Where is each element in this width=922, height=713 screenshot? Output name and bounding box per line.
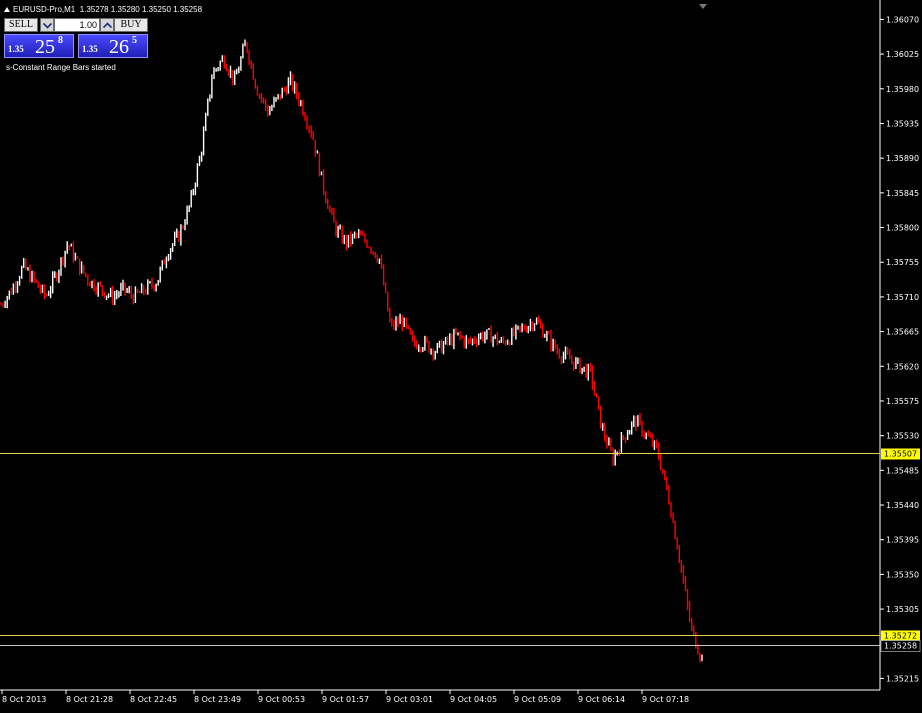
x-tick-label: 9 Oct 03:01 [386, 695, 433, 704]
y-tick-label: 1.35980 [886, 85, 919, 94]
y-tick-label: 1.35530 [886, 432, 919, 441]
y-tick-label: 1.36070 [886, 15, 919, 24]
chart-canvas[interactable]: 1.360701.360251.359801.359351.358901.358… [0, 0, 922, 709]
triangle-down-icon[interactable] [699, 4, 707, 9]
y-tick-label: 1.35395 [886, 536, 919, 545]
lot-decrease-button[interactable] [40, 18, 54, 32]
y-tick-label: 1.35710 [886, 293, 919, 302]
y-tick-label: 1.35575 [886, 397, 919, 406]
symbol-timeframe: EURUSD-Pro,M1 [13, 5, 76, 14]
buy-price-box[interactable]: 1.35 26 5 [78, 34, 148, 58]
bid-price-label: 1.35258 [884, 642, 917, 651]
alert-price-label: 1.35272 [884, 632, 917, 641]
y-tick-label: 1.35755 [886, 258, 919, 267]
price-chart[interactable]: 1.36070 1.36025 1.35980 1.35935 1.35890 1.358… [0, 0, 922, 709]
y-tick-label: 1.35620 [886, 362, 919, 371]
x-tick-label: 9 Oct 00:53 [258, 695, 305, 704]
buy-button[interactable]: BUY [114, 18, 148, 32]
y-tick-label: 1.35890 [886, 154, 919, 163]
x-tick-label: 8 Oct 21:28 [66, 695, 113, 704]
x-tick-label: 8 Oct 23:49 [194, 695, 241, 704]
y-tick-label: 1.35800 [886, 224, 919, 233]
chart-header: EURUSD-Pro,M1 1.35278 1.35280 1.35250 1.… [4, 5, 202, 14]
alert-price-label: 1.35507 [884, 450, 917, 459]
x-tick-label: 9 Oct 01:57 [322, 695, 369, 704]
horizontal-lines[interactable] [0, 453, 880, 646]
buy-price-fraction: 5 [132, 35, 137, 46]
y-tick-label: 1.35350 [886, 570, 919, 579]
expert-status-text: s-Constant Range Bars started [6, 63, 116, 72]
x-tick-label: 9 Oct 07:18 [642, 695, 689, 704]
buy-price-pips: 26 [109, 36, 129, 58]
y-tick-label: 1.35935 [886, 119, 919, 128]
y-tick-label: 1.35305 [886, 605, 919, 614]
y-tick-label: 1.35215 [886, 674, 919, 683]
triangle-up-icon [4, 7, 10, 12]
x-tick-label: 9 Oct 06:14 [578, 695, 625, 704]
chevron-down-icon [43, 22, 52, 29]
x-tick-label: 8 Oct 2013 [2, 695, 46, 704]
sell-price-big: 1.35 [8, 44, 24, 54]
lot-size-input[interactable] [54, 18, 100, 32]
x-tick-label: 9 Oct 05:09 [514, 695, 561, 704]
y-tick-label: 1.35440 [886, 501, 919, 510]
y-tick-label: 1.35665 [886, 328, 919, 337]
price-markers: 1.35507 1.352721.35258 [880, 448, 921, 652]
sell-price-pips: 25 [35, 36, 55, 58]
x-tick-label: 9 Oct 04:05 [450, 695, 497, 704]
y-tick-label: 1.35845 [886, 189, 919, 198]
axes: 1.360701.360251.359801.359351.358901.358… [0, 0, 919, 704]
one-click-trading-panel: SELL BUY 1.35 25 8 1.35 26 5 [4, 18, 148, 58]
chevron-up-icon [103, 22, 112, 29]
y-tick-label: 1.36025 [886, 50, 919, 59]
price-bars [0, 39, 703, 663]
ohlc-values: 1.35278 1.35280 1.35250 1.35258 [79, 5, 203, 14]
sell-price-fraction: 8 [58, 35, 63, 46]
buy-price-big: 1.35 [82, 44, 98, 54]
y-tick-label: 1.35485 [886, 466, 919, 475]
x-tick-label: 8 Oct 22:45 [130, 695, 177, 704]
sell-price-box[interactable]: 1.35 25 8 [4, 34, 74, 58]
lot-increase-button[interactable] [100, 18, 114, 32]
sell-button[interactable]: SELL [4, 18, 38, 32]
